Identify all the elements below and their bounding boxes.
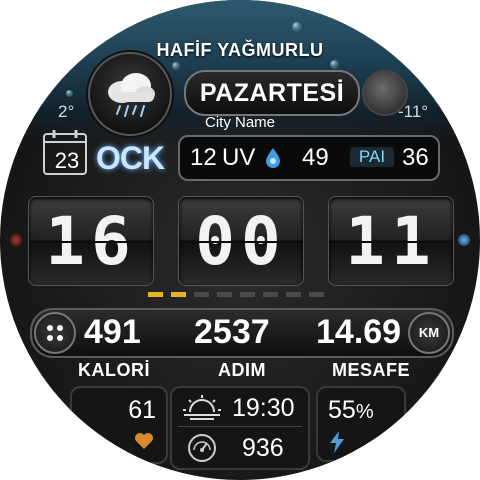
humidity-value: 49 — [302, 144, 329, 171]
steps-value: 2537 — [194, 313, 270, 351]
progress-segment — [171, 292, 186, 297]
calories-label: KALORİ — [78, 360, 150, 380]
sunrise-icon — [183, 395, 221, 420]
progress-segment — [217, 292, 232, 297]
pai-value: 36 — [402, 144, 429, 171]
steps-label: ADIM — [218, 360, 266, 380]
flip-divider — [329, 241, 453, 243]
rain-drop — [66, 90, 73, 97]
day-of-week: PAZARTESİ — [184, 70, 360, 116]
sunrise-time: 19:30 — [232, 394, 295, 422]
menu-button[interactable] — [34, 312, 76, 354]
minutes-flip-card: 00 — [178, 196, 304, 286]
weather-condition: HAFİF YAĞMURLU — [156, 40, 324, 60]
flip-divider — [179, 241, 303, 243]
progress-segment — [286, 292, 301, 297]
rain-drop — [330, 60, 339, 69]
distance-label: MESAFE — [332, 360, 411, 380]
progress-segment — [309, 292, 324, 297]
pressure-value: 936 — [242, 434, 284, 462]
humidity-drop-icon — [266, 148, 280, 168]
left-indicator-dot — [10, 234, 22, 246]
pai-label: PAI — [350, 147, 394, 167]
watch-face: HAFİF YAĞMURLU PAZARTESİ 2° -11° City Na… — [0, 0, 480, 480]
sun-pressure-panel[interactable]: 19:30 936 — [170, 386, 310, 470]
panel-divider — [178, 426, 302, 427]
rain-drop — [292, 22, 302, 32]
heart-rate-panel[interactable]: 61 — [70, 386, 168, 464]
barometer-icon — [188, 434, 216, 462]
battery-panel[interactable]: 55% — [316, 386, 406, 462]
battery-unit: % — [355, 401, 374, 423]
seconds-flip-card: 11 — [328, 196, 454, 286]
calories-value: 491 — [84, 313, 141, 351]
info-bar[interactable]: 12 UV 49 PAI 36 — [178, 135, 440, 181]
progress-segment — [194, 292, 209, 297]
heart-rate-value: 61 — [128, 396, 156, 424]
progress-segment — [148, 292, 163, 297]
right-indicator-dot — [458, 234, 470, 246]
date-month: OCK — [96, 140, 165, 176]
date-day: 23 — [54, 148, 80, 173]
uv-label: UV — [222, 144, 256, 171]
lightning-bolt-icon — [330, 431, 344, 453]
dots-icon — [47, 325, 63, 341]
hours-flip-card: 16 — [28, 196, 154, 286]
flip-divider — [29, 241, 153, 243]
battery-value: 55 — [328, 396, 356, 424]
progress-segment — [240, 292, 255, 297]
distance-value: 14.69 — [316, 313, 402, 351]
rain-drop — [172, 62, 180, 70]
distance-unit: KM — [418, 325, 440, 340]
uv-value: 12 — [190, 144, 217, 171]
distance-unit-button[interactable]: KM — [408, 312, 450, 354]
stats-bar: 491 2537 14.69 KM — [30, 308, 454, 358]
heart-icon — [135, 433, 153, 449]
progress-segment — [263, 292, 278, 297]
